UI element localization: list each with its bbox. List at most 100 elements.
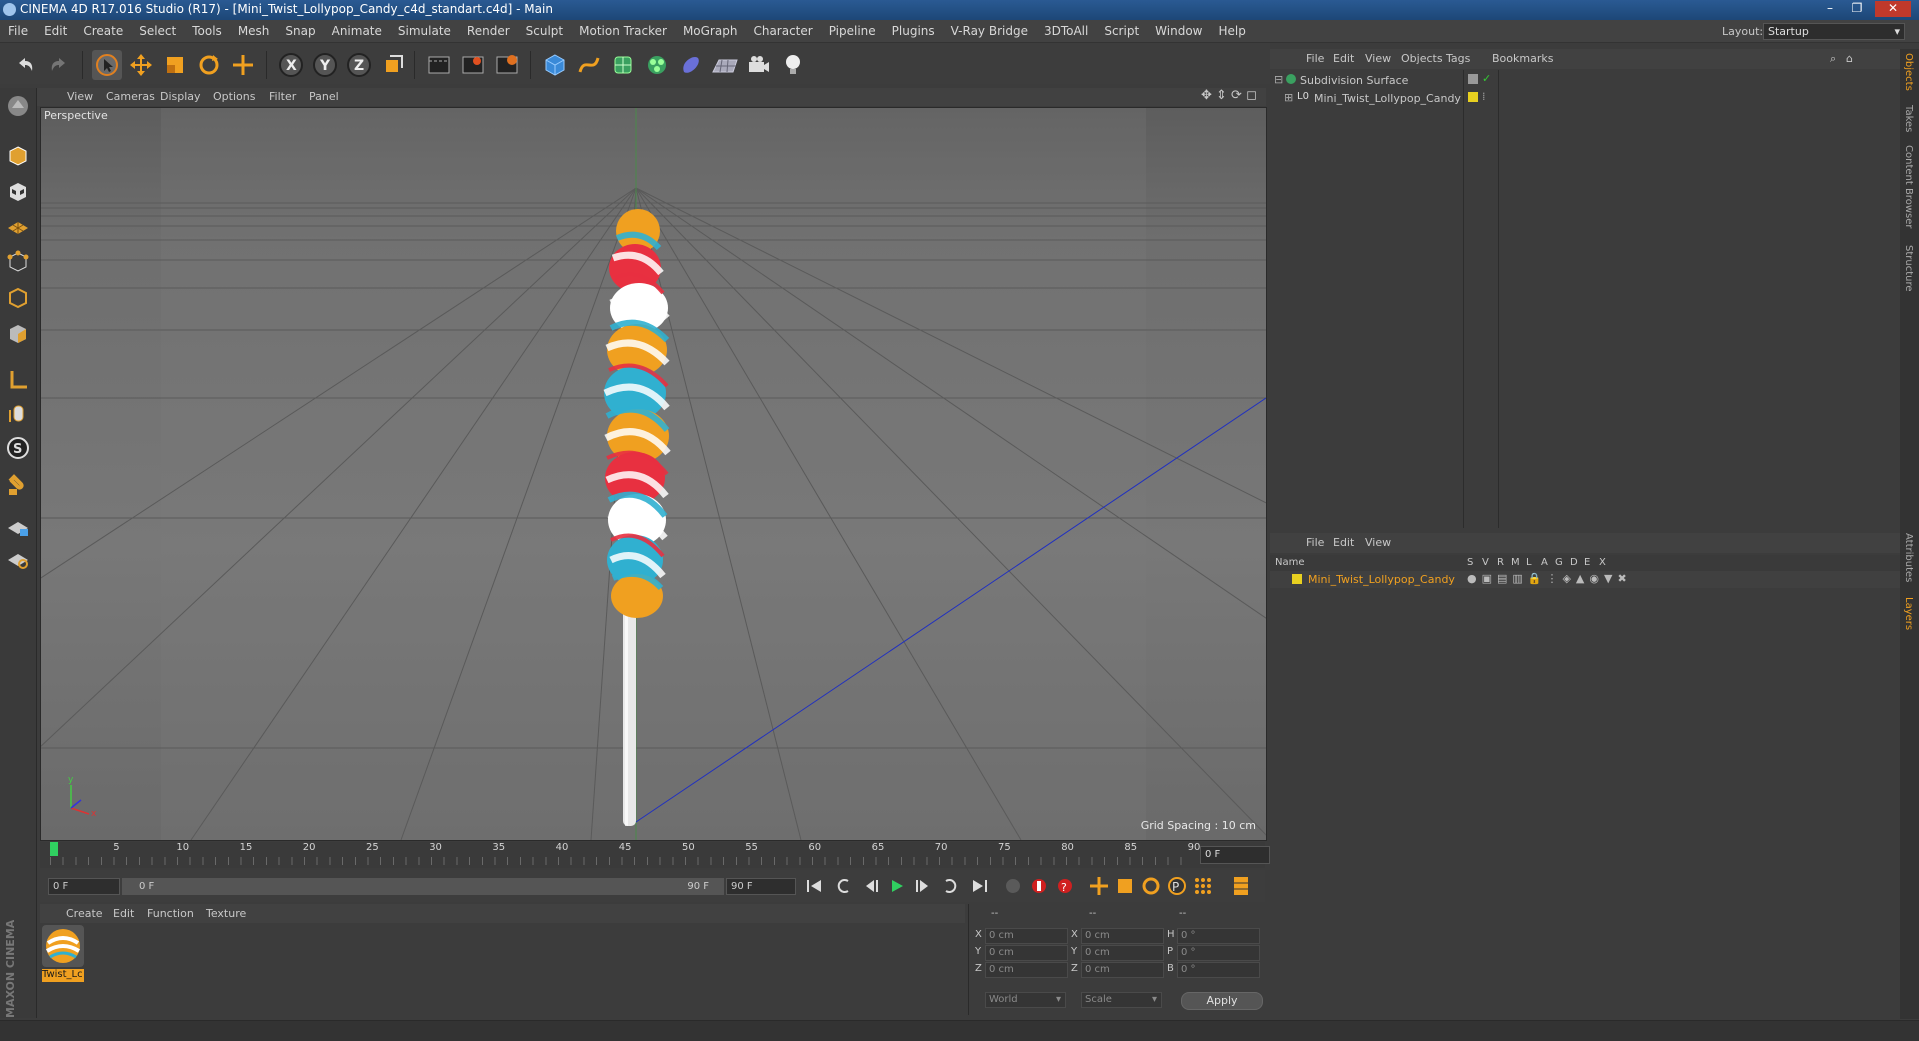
cube-icon[interactable] <box>540 50 570 80</box>
light-icon[interactable] <box>778 50 808 80</box>
tab-takes[interactable]: Takes <box>1903 105 1914 132</box>
viewport-menu-panel[interactable]: Panel <box>309 90 339 103</box>
tab-layers[interactable]: Layers <box>1903 597 1914 630</box>
world-coordinates-icon[interactable] <box>378 50 408 80</box>
coord-rotation-field[interactable]: 0 ° <box>1177 945 1260 961</box>
keyframe-selection-icon[interactable]: ? <box>1054 875 1076 897</box>
menu-pipeline[interactable]: Pipeline <box>821 20 884 38</box>
menu-3dtoall[interactable]: 3DToAll <box>1036 20 1096 38</box>
menu-character[interactable]: Character <box>745 20 820 38</box>
material-menu-edit[interactable]: Edit <box>113 907 134 920</box>
visibility-dots-icon[interactable] <box>1468 74 1478 84</box>
x-axis-icon[interactable]: X <box>276 50 306 80</box>
home-icon[interactable]: ⌂ <box>1846 52 1853 65</box>
om-menu-view[interactable]: View <box>1365 52 1391 65</box>
render-settings-icon[interactable] <box>492 50 522 80</box>
object-row-lollypop[interactable]: ⊞ L0 Mini_Twist_Lollypop_Candy ⁞ <box>1270 90 1900 108</box>
redo-icon[interactable] <box>44 50 74 80</box>
material-name[interactable]: Twist_Lc <box>42 969 84 982</box>
object-row-subdivision[interactable]: ⊟ Subdivision Surface ✓ <box>1270 72 1900 90</box>
frame-range-slider[interactable]: 0 F 90 F <box>122 878 724 895</box>
camera-icon[interactable] <box>744 50 774 80</box>
menu-tools[interactable]: Tools <box>184 20 230 38</box>
undo-icon[interactable] <box>10 50 40 80</box>
close-button[interactable]: ✕ <box>1875 1 1911 17</box>
perspective-viewport[interactable]: y x Perspective Grid Spacing : 10 cm <box>40 107 1267 841</box>
playhead[interactable] <box>50 842 58 856</box>
material-menu-create[interactable]: Create <box>66 907 103 920</box>
select-pointer-icon[interactable] <box>92 50 122 80</box>
lm-menu-view[interactable]: View <box>1365 536 1391 549</box>
autokey-icon[interactable] <box>1028 875 1050 897</box>
menu-select[interactable]: Select <box>131 20 184 38</box>
menu-v-ray-bridge[interactable]: V-Ray Bridge <box>943 20 1036 38</box>
enabled-check-icon[interactable]: ✓ <box>1482 72 1491 85</box>
texture-mode-icon[interactable] <box>4 178 32 206</box>
floor-icon[interactable] <box>710 50 740 80</box>
expand-icon[interactable]: ⊞ <box>1284 91 1293 104</box>
cloner-icon[interactable] <box>642 50 672 80</box>
record-keys-icon[interactable] <box>1002 875 1024 897</box>
menu-mesh[interactable]: Mesh <box>230 20 278 38</box>
coord-size-field[interactable]: 0 cm <box>1081 962 1164 978</box>
model-mode-icon[interactable] <box>4 142 32 170</box>
render-view-icon[interactable] <box>424 50 454 80</box>
menu-sculpt[interactable]: Sculpt <box>518 20 571 38</box>
render-picture-viewer-icon[interactable] <box>458 50 488 80</box>
deformer-icon[interactable] <box>676 50 706 80</box>
menu-help[interactable]: Help <box>1210 20 1253 38</box>
om-menu-tags[interactable]: Tags <box>1446 52 1470 65</box>
play-icon[interactable] <box>886 875 908 897</box>
coord-position-field[interactable]: 0 cm <box>985 945 1068 961</box>
timeline-window-icon[interactable] <box>1230 875 1252 897</box>
viewport-menu-cameras[interactable]: Cameras <box>106 90 155 103</box>
object-name[interactable]: Subdivision Surface <box>1300 74 1408 87</box>
collapse-icon[interactable]: ⊟ <box>1274 73 1283 86</box>
om-menu-objects[interactable]: Objects <box>1401 52 1443 65</box>
coord-rotation-field[interactable]: 0 ° <box>1177 928 1260 944</box>
timeline-ruler[interactable]: 051015202530354045505560657075808590 <box>40 842 1265 868</box>
key-pla-icon[interactable] <box>1192 875 1214 897</box>
viewport-menu-display[interactable]: Display <box>160 90 201 103</box>
menu-motion-tracker[interactable]: Motion Tracker <box>571 20 675 38</box>
menu-animate[interactable]: Animate <box>324 20 390 38</box>
key-scale-icon[interactable] <box>1114 875 1136 897</box>
layer-color-swatch[interactable] <box>1468 92 1478 102</box>
om-menu-bookmarks[interactable]: Bookmarks <box>1492 52 1553 65</box>
key-rotation-icon[interactable] <box>1140 875 1162 897</box>
om-menu-edit[interactable]: Edit <box>1333 52 1354 65</box>
solo-icon[interactable] <box>4 544 32 572</box>
tab-content-browser[interactable]: Content Browser <box>1903 145 1914 228</box>
tweak-icon[interactable] <box>4 400 32 428</box>
layer-toggle-icons[interactable]: ●▣▤▥🔒⋮◈▲◉▼✖ <box>1467 572 1632 585</box>
subdivision-icon[interactable] <box>608 50 638 80</box>
snap-icon[interactable]: S <box>4 434 32 462</box>
axis-mode-icon[interactable] <box>4 366 32 394</box>
object-name[interactable]: Mini_Twist_Lollypop_Candy <box>1314 92 1461 105</box>
lock-workplane-icon[interactable] <box>4 512 32 540</box>
rotate-icon[interactable] <box>194 50 224 80</box>
layer-color-swatch[interactable] <box>1292 574 1302 584</box>
material-swatch[interactable] <box>42 925 84 967</box>
key-position-icon[interactable] <box>1088 875 1110 897</box>
viewport-menu-view[interactable]: View <box>67 90 93 103</box>
lm-menu-edit[interactable]: Edit <box>1333 536 1354 549</box>
coord-mode-world[interactable]: World ▾ <box>985 992 1066 1008</box>
coord-size-field[interactable]: 0 cm <box>1081 945 1164 961</box>
menu-mograph[interactable]: MoGraph <box>675 20 746 38</box>
tab-structure[interactable]: Structure <box>1903 245 1914 292</box>
viewport-menu-filter[interactable]: Filter <box>269 90 296 103</box>
previous-key-icon[interactable] <box>834 875 856 897</box>
material-menu-texture[interactable]: Texture <box>206 907 246 920</box>
previous-frame-icon[interactable] <box>860 875 882 897</box>
key-parameter-icon[interactable]: P <box>1166 875 1188 897</box>
coord-position-field[interactable]: 0 cm <box>985 928 1068 944</box>
coord-size-field[interactable]: 0 cm <box>1081 928 1164 944</box>
layer-name[interactable]: Mini_Twist_Lollypop_Candy <box>1308 573 1455 586</box>
menu-render[interactable]: Render <box>459 20 518 38</box>
menu-snap[interactable]: Snap <box>277 20 323 38</box>
pen-spline-icon[interactable] <box>574 50 604 80</box>
workplane-icon[interactable] <box>4 212 32 240</box>
lm-menu-file[interactable]: File <box>1306 536 1324 549</box>
menu-script[interactable]: Script <box>1096 20 1147 38</box>
